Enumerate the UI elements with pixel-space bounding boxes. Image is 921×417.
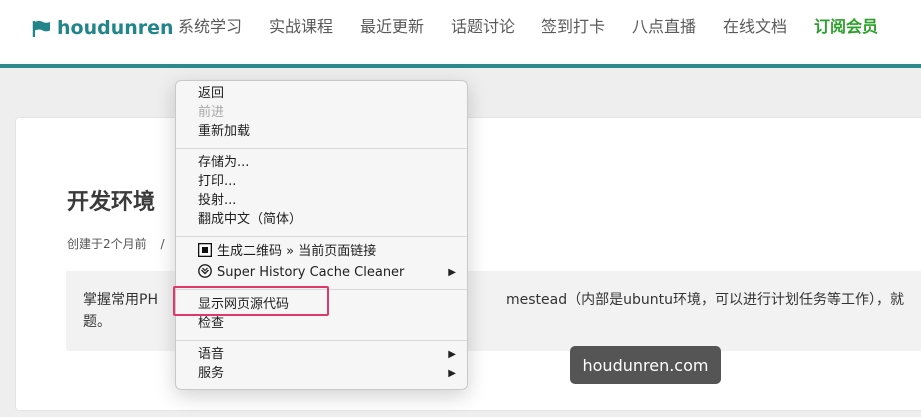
menu-divider (176, 236, 467, 237)
url-tooltip: houdunren.com (570, 346, 721, 384)
menu-item-forward: 前进 (198, 105, 225, 120)
nav-item-practical-courses[interactable]: 实战课程 (269, 16, 333, 38)
nav-item-check-in[interactable]: 签到打卡 (541, 16, 605, 38)
menu-item-qr-code[interactable]: 生成二维码 » 当前页面链接 (198, 243, 456, 261)
menu-item-super-history-label: Super History Cache Cleaner (217, 265, 405, 280)
menu-item-qr-code-label: 生成二维码 » 当前页面链接 (217, 244, 377, 259)
menu-item-reload[interactable]: 重新加载 (198, 123, 456, 141)
qr-icon (198, 243, 212, 257)
top-navbar: houdunren 系统学习 实战课程 最近更新 话题讨论 签到打卡 八点直播 … (0, 0, 921, 68)
menu-item-super-history[interactable]: Super History Cache Cleaner ▶ (198, 264, 456, 282)
menu-divider (176, 340, 467, 341)
menu-item-translate[interactable]: 翻成中文（简体） (198, 211, 456, 229)
flag-icon (32, 20, 51, 37)
extension-icon (198, 264, 212, 278)
intro-text-left: 掌握常用PH (83, 292, 158, 308)
menu-item-cast[interactable]: 投射... (198, 192, 456, 210)
nav-item-live-stream[interactable]: 八点直播 (632, 16, 696, 38)
intro-text-right: mestead（内部是ubuntu环境，可以进行计划任务等工作），就 (506, 292, 904, 308)
menu-item-save-as[interactable]: 存储为... (198, 154, 456, 172)
nav-item-online-docs[interactable]: 在线文档 (723, 16, 787, 38)
article-card: 开发环境 创建于2个月前 / 掌握常用PH mestead（内部是ubuntu环… (15, 117, 921, 411)
menu-divider (176, 148, 467, 149)
menu-divider (176, 289, 467, 290)
menu-item-back[interactable]: 返回 (198, 85, 456, 103)
menu-item-view-source[interactable]: 显示网页源代码 (198, 296, 456, 314)
menu-item-speech[interactable]: 语音 ▶ (198, 346, 456, 364)
submenu-arrow-icon: ▶ (448, 267, 456, 278)
submenu-arrow-icon: ▶ (448, 349, 456, 360)
tooltip-text: houdunren.com (582, 355, 709, 375)
menu-item-speech-label: 语音 (198, 347, 225, 362)
nav-item-system-learning[interactable]: 系统学习 (178, 16, 242, 38)
menu-item-inspect[interactable]: 检查 (198, 315, 456, 333)
menu-item-services-label: 服务 (198, 366, 225, 381)
nav-item-subscribe-vip[interactable]: 订阅会员 (814, 16, 878, 38)
article-meta: 创建于2个月前 / (67, 235, 165, 252)
created-time: 创建于2个月前 (67, 237, 147, 251)
menu-item-print[interactable]: 打印... (198, 173, 456, 191)
context-menu: 返回 前进 重新加载 存储为... 打印... 投射... 翻成中文（简体） 生… (175, 80, 468, 390)
submenu-arrow-icon: ▶ (448, 368, 456, 379)
site-logo[interactable]: houdunren (32, 16, 174, 40)
nav-item-topic-discussion[interactable]: 话题讨论 (451, 16, 515, 38)
intro-text-line2: 题。 (83, 314, 111, 330)
meta-separator: / (160, 237, 165, 251)
menu-item-services[interactable]: 服务 ▶ (198, 365, 456, 383)
article-title: 开发环境 (67, 190, 156, 215)
nav-item-recent-updates[interactable]: 最近更新 (360, 16, 424, 38)
logo-text: houdunren (57, 17, 174, 39)
